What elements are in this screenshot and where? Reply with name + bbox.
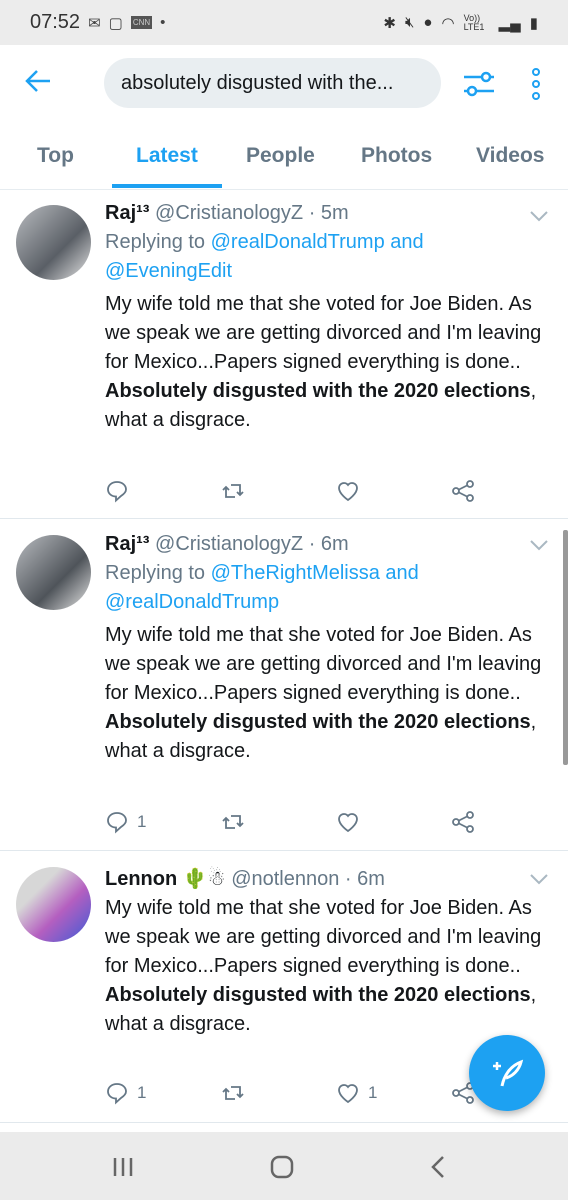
mention-link[interactable]: @realDonaldTrump [105, 591, 279, 613]
avatar[interactable] [16, 535, 91, 610]
heart-icon [338, 1084, 358, 1104]
tweet-body: My wife told me that she voted for Joe B… [105, 624, 542, 704]
tab-people[interactable]: People [246, 144, 315, 168]
replying-to: Replying to @realDonaldTrump and @Evening… [105, 231, 424, 282]
cnn-icon: CNN [130, 16, 153, 29]
share-button[interactable] [451, 810, 475, 834]
tab-videos[interactable]: Videos [476, 144, 544, 168]
recents-icon[interactable] [112, 1156, 134, 1178]
system-nav-bar [0, 1132, 568, 1200]
display-name[interactable]: Raj¹³ [105, 202, 149, 224]
handle[interactable]: @CristianologyZ [155, 202, 303, 224]
tweet[interactable]: Raj¹³ @CristianologyZ · 6m Replying to @… [0, 519, 568, 851]
reply-button[interactable] [105, 479, 137, 503]
more-options-icon[interactable] [528, 67, 544, 101]
retweet-button[interactable] [221, 479, 245, 503]
tweet-body: My wife told me that she voted for Joe B… [105, 897, 542, 977]
tweet-actions [105, 479, 485, 505]
battery-icon: ▮ [529, 14, 538, 32]
retweet-button[interactable] [221, 810, 245, 834]
tweet-bold-text: Absolutely disgusted with the 2020 elect… [105, 711, 531, 733]
handle[interactable]: @CristianologyZ [155, 533, 303, 555]
screenshot-icon: ▢ [108, 14, 123, 32]
wifi-icon: ◠ [441, 14, 455, 32]
reply-icon [107, 812, 127, 834]
heart-icon [338, 813, 358, 833]
timestamp: · 6m [308, 533, 349, 555]
back-icon[interactable] [430, 1155, 446, 1179]
back-arrow-icon[interactable] [22, 65, 54, 97]
timestamp: · 5m [308, 202, 349, 224]
name-emoji: 🌵☃ [182, 868, 226, 890]
like-button[interactable]: 1 [336, 1081, 377, 1105]
signal-icon: ▂▄ [498, 14, 521, 32]
like-button[interactable] [336, 479, 368, 503]
tab-latest[interactable]: Latest [136, 144, 198, 168]
tweet-actions: 1 1 [105, 1081, 485, 1107]
mention-link[interactable]: @TheRightMelissa [211, 562, 380, 584]
status-bar: 07:52 ✉ ▢ CNN • ✱ 🔇︎ ● ◠ Vo)) LTE1 ▂▄ ▮ [0, 0, 568, 45]
retweet-icon [222, 815, 244, 829]
search-tabs: Top Latest People Photos Videos [0, 140, 568, 190]
search-header: absolutely disgusted with the... Top Lat… [0, 45, 568, 190]
handle[interactable]: @notlennon [231, 868, 339, 890]
avatar[interactable] [16, 867, 91, 942]
compose-tweet-icon [493, 1059, 524, 1087]
home-icon[interactable] [270, 1155, 294, 1179]
retweet-button[interactable] [221, 1081, 245, 1105]
avatar[interactable] [16, 205, 91, 280]
heart-icon [338, 482, 358, 502]
reply-icon [107, 481, 127, 503]
search-filter-icon[interactable] [462, 67, 496, 101]
tweet-actions: 1 [105, 810, 485, 836]
mention-link[interactable]: @realDonaldTrump [211, 231, 385, 253]
dot-icon: • [160, 14, 166, 31]
reply-button[interactable]: 1 [105, 810, 146, 834]
search-input[interactable]: absolutely disgusted with the... [104, 58, 441, 108]
status-time: 07:52 [30, 11, 81, 33]
retweet-icon [222, 484, 244, 498]
gmail-icon: ✉ [88, 14, 101, 32]
volte-lte-icon: Vo)) LTE1 [463, 12, 485, 32]
retweet-icon [222, 1086, 244, 1100]
reply-icon [107, 1083, 127, 1105]
share-button[interactable] [451, 479, 475, 503]
timestamp: · 6m [344, 868, 385, 890]
display-name[interactable]: Lennon [105, 868, 177, 890]
tweet-bold-text: Absolutely disgusted with the 2020 elect… [105, 984, 531, 1006]
tab-top[interactable]: Top [37, 144, 74, 168]
compose-tweet-button[interactable] [469, 1035, 545, 1111]
mention-link[interactable]: @EveningEdit [105, 260, 232, 282]
replying-to: Replying to @TheRightMelissa and @realDon… [105, 562, 419, 613]
bluetooth-icon: ✱ [383, 14, 396, 32]
tweet-body: My wife told me that she voted for Joe B… [105, 293, 542, 373]
tweet-bold-text: Absolutely disgusted with the 2020 elect… [105, 380, 531, 402]
scrollbar[interactable] [563, 530, 568, 765]
mute-icon: 🔇︎ [404, 13, 415, 31]
tab-photos[interactable]: Photos [361, 144, 432, 168]
location-icon: ● [423, 13, 433, 31]
like-button[interactable] [336, 810, 368, 834]
share-icon [452, 480, 474, 502]
share-icon [452, 811, 474, 833]
tweet[interactable]: Raj¹³ @CristianologyZ · 5m Replying to @… [0, 190, 568, 519]
display-name[interactable]: Raj¹³ [105, 533, 149, 555]
reply-button[interactable]: 1 [105, 1081, 146, 1105]
active-tab-indicator [112, 184, 222, 188]
